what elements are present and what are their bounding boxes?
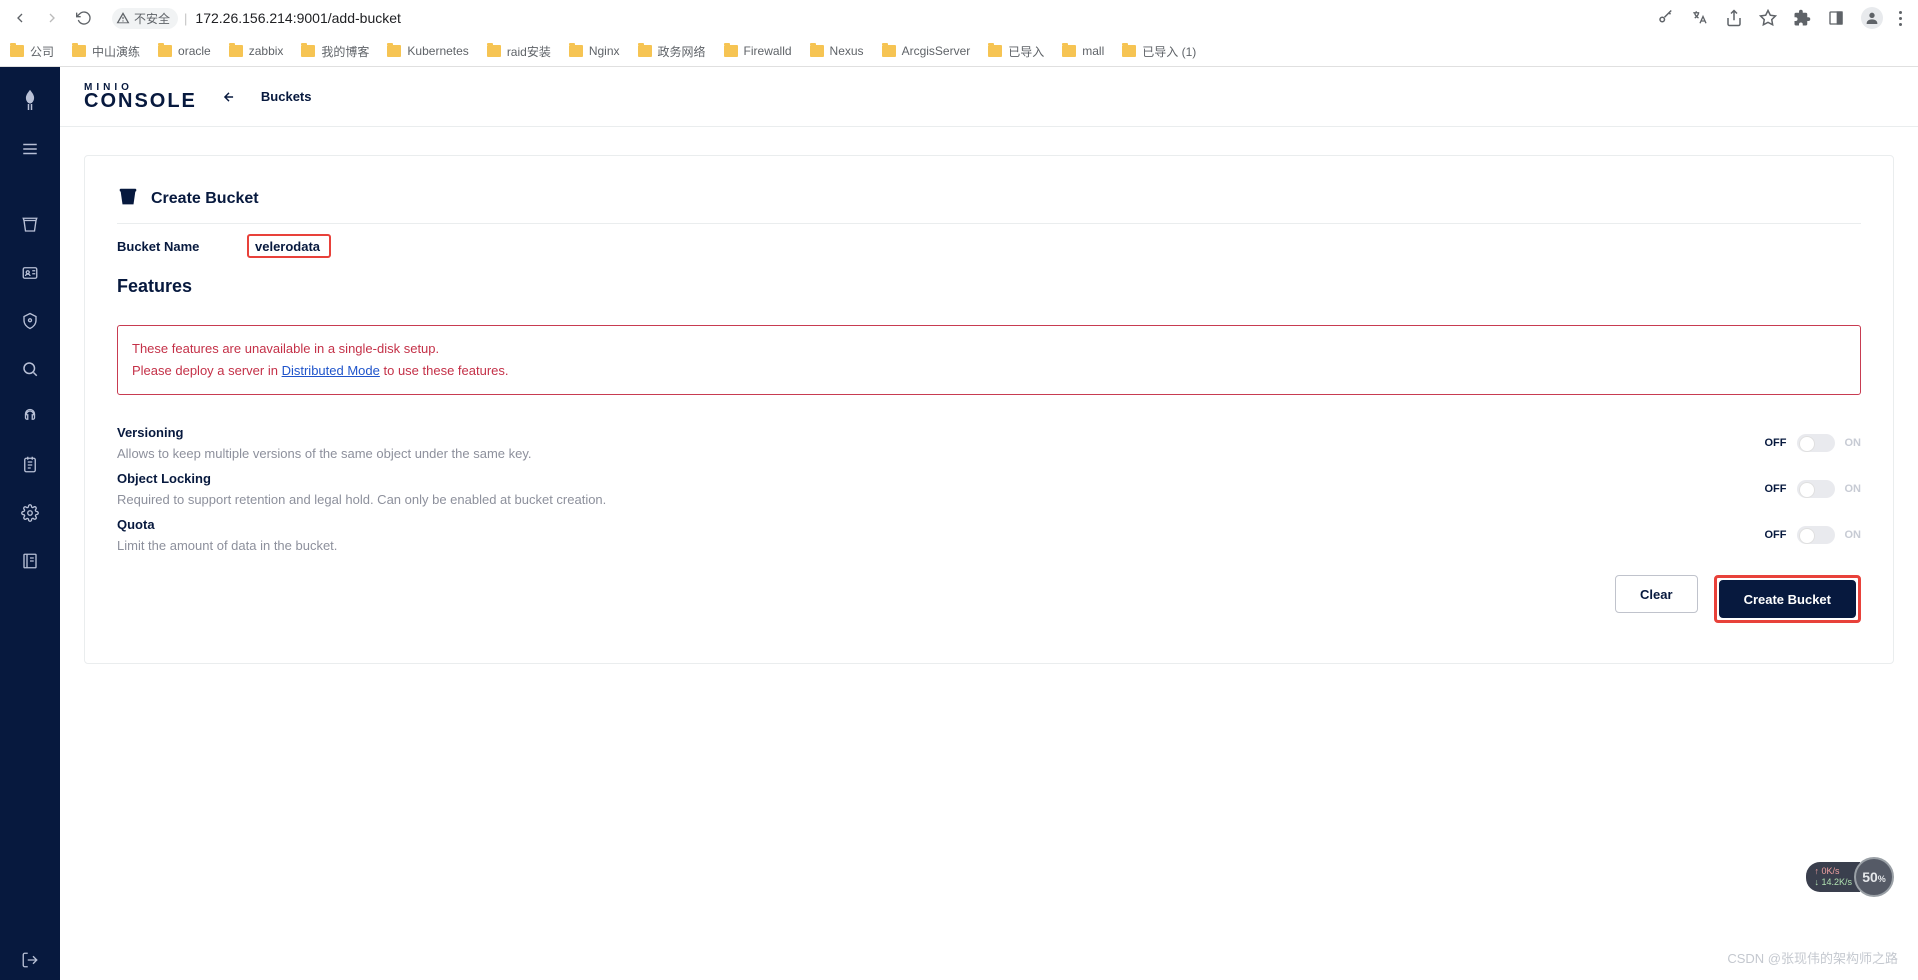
bucket-icon (117, 186, 139, 211)
toggle-on-label: ON (1845, 529, 1862, 541)
locking-toggle[interactable] (1797, 480, 1835, 498)
feature-locking-desc: Required to support retention and legal … (117, 492, 1751, 507)
sidebar (0, 67, 60, 980)
create-button-highlight: Create Bucket (1714, 575, 1861, 623)
feature-quota-desc: Limit the amount of data in the bucket. (117, 538, 1751, 553)
share-icon[interactable] (1725, 9, 1743, 27)
profile-button[interactable] (1861, 7, 1883, 29)
toggle-on-label: ON (1845, 437, 1862, 449)
toggle-off-label: OFF (1765, 483, 1787, 495)
net-upload: ↑ 0K/s (1814, 866, 1852, 877)
folder-icon (988, 45, 1002, 57)
back-button[interactable] (215, 83, 243, 111)
sidebar-item-settings[interactable] (10, 493, 50, 533)
create-bucket-button[interactable]: Create Bucket (1719, 580, 1856, 618)
topbar: MINIO CONSOLE Buckets (60, 67, 1918, 127)
translate-icon[interactable] (1691, 9, 1709, 27)
sidebar-item-license[interactable] (10, 445, 50, 485)
folder-icon (724, 45, 738, 57)
bookmark-item[interactable]: mall (1062, 44, 1104, 58)
folder-icon (158, 45, 172, 57)
bookmark-item[interactable]: zabbix (229, 44, 284, 58)
toggle-off-label: OFF (1765, 437, 1787, 449)
feature-versioning-desc: Allows to keep multiple versions of the … (117, 446, 1751, 461)
bucket-name-input[interactable] (255, 239, 323, 254)
browser-url-bar[interactable]: 不安全 | 172.26.156.214:9001/add-bucket (104, 4, 1649, 32)
sidebar-item-access[interactable] (10, 301, 50, 341)
sidebar-item-logout[interactable] (10, 940, 50, 980)
folder-icon (10, 45, 24, 57)
feature-versioning-title: Versioning (117, 425, 1751, 440)
clear-button[interactable]: Clear (1615, 575, 1698, 613)
key-icon[interactable] (1657, 9, 1675, 27)
bookmark-item[interactable]: 我的博客 (301, 43, 369, 60)
folder-icon (72, 45, 86, 57)
bookmark-item[interactable]: 中山演练 (72, 43, 140, 60)
sidebar-item-documentation[interactable] (10, 541, 50, 581)
folder-icon (301, 45, 315, 57)
window-icon[interactable] (1827, 9, 1845, 27)
watermark: CSDN @张现伟的架构师之路 (1727, 948, 1898, 967)
bookmarks-bar: 公司 中山演练 oracle zabbix 我的博客 Kubernetes ra… (0, 36, 1918, 66)
net-percent: 50% (1854, 857, 1894, 897)
sidebar-item-buckets[interactable] (10, 205, 50, 245)
browser-reload-button[interactable] (72, 6, 96, 30)
browser-menu-button[interactable] (1899, 11, 1902, 26)
bookmark-item[interactable]: oracle (158, 44, 211, 58)
sidebar-logo[interactable] (10, 81, 50, 121)
star-icon[interactable] (1759, 9, 1777, 27)
folder-icon (487, 45, 501, 57)
feature-locking-title: Object Locking (117, 471, 1751, 486)
bookmark-item[interactable]: 公司 (10, 43, 54, 60)
feature-quota-title: Quota (117, 517, 1751, 532)
sidebar-menu-toggle[interactable] (10, 129, 50, 169)
browser-back-button[interactable] (8, 6, 32, 30)
folder-icon (638, 45, 652, 57)
page-title: Create Bucket (151, 190, 259, 208)
bookmark-item[interactable]: Nginx (569, 44, 620, 58)
insecure-label: 不安全 (134, 10, 170, 27)
insecure-badge[interactable]: 不安全 (112, 8, 178, 29)
folder-icon (882, 45, 896, 57)
distributed-mode-link[interactable]: Distributed Mode (282, 363, 380, 378)
sidebar-item-monitoring[interactable] (10, 349, 50, 389)
bookmark-item[interactable]: Firewalld (724, 44, 792, 58)
bookmark-item[interactable]: 已导入 (988, 43, 1044, 60)
warning-line2: Please deploy a server in Distributed Mo… (132, 360, 1846, 382)
bucket-name-highlight (247, 234, 331, 258)
brand-console-text: CONSOLE (84, 92, 197, 110)
folder-icon (1062, 45, 1076, 57)
quota-toggle[interactable] (1797, 526, 1835, 544)
browser-forward-button[interactable] (40, 6, 64, 30)
url-text: 172.26.156.214:9001/add-bucket (195, 10, 401, 26)
toggle-off-label: OFF (1765, 529, 1787, 541)
puzzle-icon[interactable] (1793, 9, 1811, 27)
network-widget[interactable]: ↑ 0K/s ↓ 14.2K/s 50% (1806, 857, 1894, 897)
bucket-name-label: Bucket Name (117, 239, 247, 254)
bookmark-item[interactable]: Nexus (810, 44, 864, 58)
warning-line1: These features are unavailable in a sing… (132, 338, 1846, 360)
bookmark-item[interactable]: 政务网络 (638, 43, 706, 60)
bookmark-item[interactable]: ArcgisServer (882, 44, 971, 58)
folder-icon (229, 45, 243, 57)
browser-chrome: 不安全 | 172.26.156.214:9001/add-bucket 公司 … (0, 0, 1918, 67)
brand-logo[interactable]: MINIO CONSOLE (84, 83, 197, 110)
folder-icon (387, 45, 401, 57)
sidebar-item-identity[interactable] (10, 253, 50, 293)
bookmark-item[interactable]: 已导入 (1) (1122, 43, 1196, 60)
warning-icon (116, 11, 130, 25)
breadcrumb-buckets[interactable]: Buckets (261, 89, 312, 104)
warning-box: These features are unavailable in a sing… (117, 325, 1861, 395)
create-bucket-card: Create Bucket Bucket Name Features These… (84, 155, 1894, 664)
net-download: ↓ 14.2K/s (1814, 877, 1852, 888)
folder-icon (569, 45, 583, 57)
folder-icon (810, 45, 824, 57)
bookmark-item[interactable]: raid安装 (487, 43, 551, 60)
sidebar-item-support[interactable] (10, 397, 50, 437)
toggle-on-label: ON (1845, 483, 1862, 495)
versioning-toggle[interactable] (1797, 434, 1835, 452)
folder-icon (1122, 45, 1136, 57)
features-title: Features (117, 276, 1861, 297)
bookmark-item[interactable]: Kubernetes (387, 44, 468, 58)
